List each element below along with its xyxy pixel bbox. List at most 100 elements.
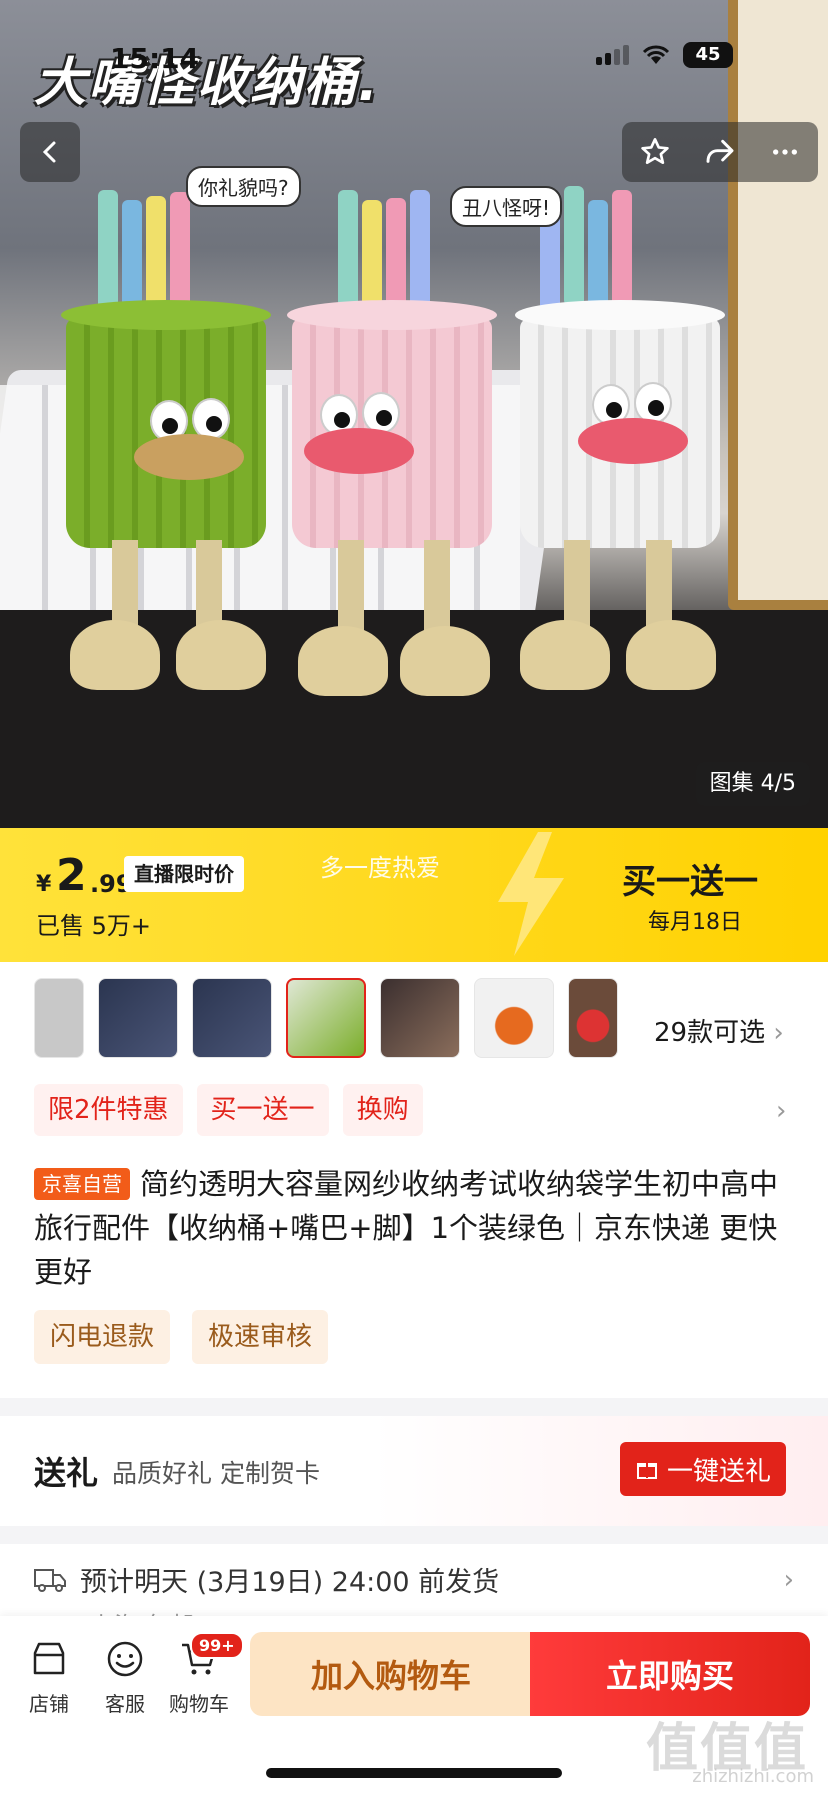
- service-label: 客服: [105, 1692, 145, 1716]
- send-gift-button[interactable]: 一键送礼: [620, 1442, 786, 1496]
- top-actions: [622, 122, 818, 182]
- mouth: [304, 428, 414, 474]
- leg: [196, 540, 222, 630]
- service-chip: 闪电退款: [34, 1310, 171, 1364]
- battery-icon: 45: [683, 42, 733, 68]
- bucket-rim: [287, 300, 497, 330]
- store-icon: [14, 1636, 84, 1682]
- pen: [612, 190, 632, 310]
- gallery-label: 图集: [709, 771, 754, 796]
- send-gift-label: 一键送礼: [666, 1456, 771, 1487]
- variant-thumb[interactable]: [380, 978, 460, 1058]
- mouth: [578, 418, 688, 464]
- self-operated-badge: 京喜自营: [34, 1168, 130, 1200]
- service-chip: 极速审核: [192, 1310, 329, 1364]
- section-divider: [0, 1398, 828, 1416]
- star-icon[interactable]: [639, 136, 671, 168]
- speech-bubble: 丑八怪呀!: [450, 186, 563, 227]
- gallery-index: 4/5: [760, 771, 796, 796]
- promo-chip[interactable]: 买一送一: [196, 1084, 329, 1136]
- status-icons: 45: [596, 42, 733, 68]
- pupil: [376, 410, 392, 426]
- lightning-icon: [498, 832, 564, 956]
- chevron-right-icon: ›: [783, 1564, 794, 1595]
- pen: [410, 190, 430, 310]
- price-integer: 2: [56, 850, 87, 901]
- home-indicator[interactable]: [266, 1768, 562, 1778]
- product-title-text: 简约透明大容量网纱收纳考试收纳袋学生初中高中旅行配件【收纳桶+嘴巴+脚】1个装绿…: [34, 1167, 779, 1289]
- variant-count-link[interactable]: 29款可选 ›: [654, 1012, 784, 1049]
- pen: [564, 186, 584, 306]
- gift-title: 送礼: [34, 1454, 99, 1492]
- variant-thumb[interactable]: [474, 978, 554, 1058]
- foot: [70, 620, 160, 690]
- pen: [146, 196, 166, 316]
- more-icon[interactable]: [769, 136, 801, 168]
- shipping-text: 预计明天 (3月19日) 24:00 前发货: [80, 1567, 500, 1598]
- foot: [298, 626, 388, 696]
- add-to-cart-button[interactable]: 加入购物车: [250, 1632, 532, 1716]
- status-time: 15:14: [110, 42, 200, 75]
- promo-subtitle: 每月18日: [648, 910, 742, 935]
- leg: [112, 540, 138, 630]
- variant-thumb[interactable]: [568, 978, 618, 1058]
- cart-label: 购物车: [169, 1692, 229, 1716]
- variant-count: 29款可选: [654, 1018, 766, 1048]
- foot: [520, 620, 610, 690]
- variant-thumb-selected[interactable]: [286, 978, 366, 1058]
- foot: [626, 620, 716, 690]
- smile-icon: [90, 1636, 160, 1682]
- mouth: [134, 434, 244, 480]
- leg: [646, 540, 672, 630]
- shipping-row[interactable]: 预计明天 (3月19日) 24:00 前发货 ›: [34, 1560, 794, 1599]
- foot: [176, 620, 266, 690]
- share-icon[interactable]: [704, 136, 736, 168]
- gift-subtitle: 品质好礼 定制贺卡: [112, 1459, 320, 1488]
- leg: [338, 540, 364, 630]
- leg: [424, 540, 450, 630]
- buy-now-button[interactable]: 立即购买: [530, 1632, 810, 1716]
- pupil: [206, 416, 222, 432]
- cellular-signal-icon: [596, 45, 629, 65]
- variant-thumb[interactable]: [98, 978, 178, 1058]
- store-label: 店铺: [29, 1692, 69, 1716]
- chevron-right-icon[interactable]: ›: [776, 1096, 786, 1126]
- chevron-left-icon: [42, 141, 56, 163]
- pen: [170, 192, 190, 312]
- back-button[interactable]: [20, 122, 80, 182]
- wifi-icon: [642, 45, 670, 64]
- customer-service-button[interactable]: 客服: [90, 1636, 160, 1717]
- bucket-rim: [515, 300, 725, 330]
- hero-title: 大嘴怪收纳桶.: [34, 53, 380, 113]
- promo-chips: 限2件特惠 买一送一 换购: [34, 1084, 423, 1136]
- pen: [98, 190, 118, 310]
- product-title: 京喜自营 简约透明大容量网纱收纳考试收纳袋学生初中高中旅行配件【收纳桶+嘴巴+脚】…: [34, 1162, 794, 1294]
- promo-chip[interactable]: 限2件特惠: [34, 1084, 183, 1136]
- chevron-right-icon: ›: [773, 1018, 784, 1048]
- gift-icon: [636, 1463, 657, 1479]
- pen: [338, 190, 358, 310]
- bucket-rim: [61, 300, 271, 330]
- truck-icon: [34, 1568, 66, 1592]
- pupil: [648, 400, 664, 416]
- store-button[interactable]: 店铺: [14, 1636, 84, 1717]
- picture-frame-poster: [738, 0, 828, 600]
- foot: [400, 626, 490, 696]
- promo-chip[interactable]: 换购: [342, 1084, 423, 1136]
- pupil: [334, 412, 350, 428]
- pupil: [606, 402, 622, 418]
- section-divider: [0, 1526, 828, 1544]
- live-price-tag: 直播限时价: [124, 856, 244, 892]
- promo-title: 买一送一: [622, 862, 758, 902]
- pupil: [162, 418, 178, 434]
- variant-thumb[interactable]: [192, 978, 272, 1058]
- leg: [564, 540, 590, 630]
- service-chips: 闪电退款 极速审核: [34, 1310, 329, 1364]
- variant-thumbnails: [34, 978, 618, 1058]
- watermark-url: zhizhizhi.com: [692, 1766, 814, 1787]
- variant-thumb[interactable]: [34, 978, 84, 1058]
- cart-badge: 99+: [190, 1632, 244, 1659]
- gallery-counter[interactable]: 图集 4/5: [695, 762, 810, 806]
- speech-bubble: 你礼貌吗?: [186, 166, 301, 207]
- price-currency: ¥: [36, 872, 52, 897]
